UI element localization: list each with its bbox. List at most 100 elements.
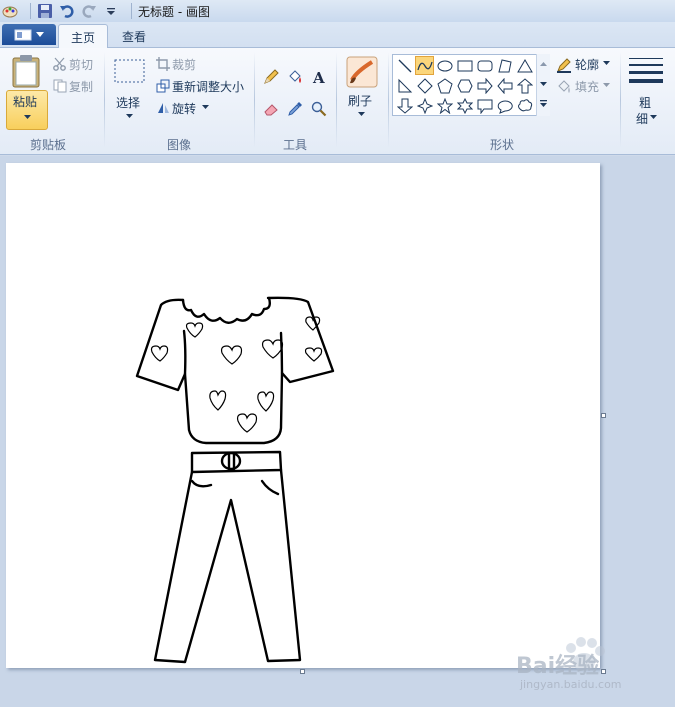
copy-icon [53, 79, 67, 93]
ribbon-tab-bar: 主页 查看 [0, 22, 675, 49]
size-label-line1: 粗 [639, 96, 652, 110]
clothing-drawing [135, 296, 335, 664]
cut-button[interactable]: 剪切 [69, 56, 93, 73]
oval-shape-icon[interactable] [435, 56, 454, 75]
polygon-shape-icon[interactable] [495, 56, 514, 75]
color-picker-icon[interactable] [284, 98, 305, 119]
group-divider [104, 52, 105, 148]
scroll-down-icon[interactable] [540, 82, 548, 88]
clipboard-group-label: 剪贴板 [30, 138, 67, 152]
line-shape-icon[interactable] [395, 56, 414, 75]
scroll-up-icon[interactable] [540, 61, 548, 67]
pencil-icon[interactable] [260, 66, 281, 87]
rotate-button[interactable]: 旋转 [172, 100, 196, 117]
svg-text:A: A [312, 69, 325, 85]
resize-handle-bottom[interactable] [300, 669, 305, 674]
undo-icon[interactable] [59, 3, 75, 19]
group-divider [620, 52, 621, 148]
shapes-scrollbar[interactable] [536, 54, 550, 116]
eraser-icon[interactable] [260, 98, 281, 119]
select-label: 选择 [116, 96, 141, 110]
up-arrow-shape-icon[interactable] [515, 76, 534, 95]
scissors-icon [53, 57, 66, 71]
hexagon-shape-icon[interactable] [455, 76, 474, 95]
rect-callout-shape-icon[interactable] [475, 96, 494, 115]
chevron-down-icon [603, 83, 610, 87]
ribbon: 粘贴 剪切 复制 剪贴板 选择 裁剪 重新调整大小 旋转 图像 A 工具 刷子 … [0, 48, 675, 155]
size-button[interactable]: 粗 细 [624, 54, 670, 134]
magnifier-icon[interactable] [308, 98, 329, 119]
paste-button[interactable]: 粘贴 [6, 90, 48, 130]
tab-home[interactable]: 主页 [58, 24, 109, 49]
group-divider [336, 52, 337, 148]
down-arrow-shape-icon[interactable] [395, 96, 414, 115]
resize-handle-right[interactable] [601, 413, 606, 418]
chevron-down-icon [36, 31, 44, 37]
brushes-label: 刷子 [348, 94, 373, 108]
group-divider [388, 52, 389, 148]
chevron-down-icon [202, 105, 209, 109]
left-arrow-shape-icon[interactable] [495, 76, 514, 95]
paint-app-icon[interactable] [2, 3, 18, 19]
divider [30, 3, 31, 19]
save-icon[interactable] [37, 3, 53, 19]
brush-icon [346, 56, 378, 88]
cloud-callout-shape-icon[interactable] [515, 96, 534, 115]
tab-view[interactable]: 查看 [110, 24, 158, 49]
customize-toolbar-icon[interactable] [103, 3, 119, 19]
outline-button[interactable]: 轮廓 [575, 56, 599, 73]
crop-icon [156, 57, 170, 71]
window-title: 无标题 - 画图 [138, 4, 210, 19]
triangle-shape-icon[interactable] [515, 56, 534, 75]
menu-icon [14, 29, 32, 40]
right-arrow-shape-icon[interactable] [475, 76, 494, 95]
resize-button[interactable]: 重新调整大小 [172, 78, 244, 95]
rotate-icon [158, 103, 169, 113]
canvas-workspace[interactable] [0, 156, 675, 707]
chevron-down-icon [650, 115, 657, 119]
fill-button[interactable]: 填充 [575, 78, 599, 95]
shapes-gallery [392, 54, 550, 116]
paste-label: 粘贴 [13, 95, 38, 109]
chevron-down-icon [603, 61, 610, 65]
baidu-watermark: Bai经验 jingyan.baidu.com [510, 636, 650, 696]
five-point-star-shape-icon[interactable] [435, 96, 454, 115]
four-point-star-shape-icon[interactable] [415, 96, 434, 115]
diamond-shape-icon[interactable] [415, 76, 434, 95]
select-button[interactable]: 选择 [112, 56, 148, 132]
shapes-group-label: 形状 [490, 138, 515, 152]
six-point-star-shape-icon[interactable] [455, 96, 474, 115]
fill-shape-icon [558, 80, 570, 93]
rounded-rectangle-shape-icon[interactable] [475, 56, 494, 75]
right-triangle-shape-icon[interactable] [395, 76, 414, 95]
image-group-label: 图像 [167, 138, 192, 152]
clipboard-icon [12, 55, 40, 88]
pentagon-shape-icon[interactable] [435, 76, 454, 95]
title-bar: 无标题 - 画图 [0, 0, 675, 22]
size-label-line2: 细 [636, 112, 649, 126]
text-icon[interactable]: A [308, 66, 329, 87]
outline-icon [557, 58, 571, 73]
group-divider [254, 52, 255, 148]
paint-menu-button[interactable] [2, 24, 56, 45]
watermark-brand: Bai经验 [516, 654, 600, 679]
chevron-down-icon [24, 115, 31, 119]
crop-button[interactable]: 裁剪 [172, 56, 196, 73]
brushes-button[interactable]: 刷子 [340, 54, 384, 134]
tools-group-label: 工具 [283, 138, 308, 152]
line-width-icon [629, 58, 663, 83]
chevron-down-icon [126, 114, 133, 118]
watermark-url: jingyan.baidu.com [520, 678, 622, 691]
select-icon [114, 59, 145, 83]
curve-shape-icon[interactable] [415, 56, 434, 75]
rectangle-shape-icon[interactable] [455, 56, 474, 75]
chevron-down-icon [358, 112, 365, 116]
oval-callout-shape-icon[interactable] [495, 96, 514, 115]
redo-icon[interactable] [81, 3, 97, 19]
expand-gallery-icon[interactable] [540, 100, 548, 108]
resize-icon [156, 79, 170, 93]
divider [131, 3, 132, 19]
fill-icon[interactable] [284, 66, 305, 87]
copy-button[interactable]: 复制 [69, 78, 93, 95]
drawing-canvas[interactable] [6, 163, 600, 668]
